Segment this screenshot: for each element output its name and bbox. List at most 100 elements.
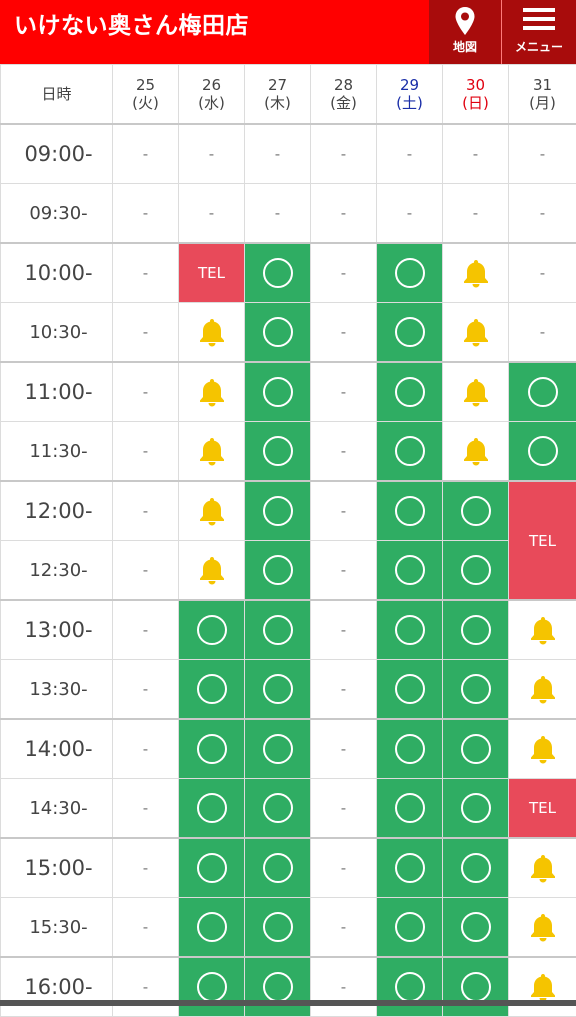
slot-cell: - <box>311 660 377 720</box>
slot-cell[interactable] <box>179 600 245 660</box>
map-button[interactable]: 地図 <box>429 0 502 64</box>
slot-cell[interactable] <box>509 422 576 482</box>
slot-cell[interactable] <box>245 303 311 363</box>
slot-cell[interactable] <box>245 779 311 839</box>
slot-cell[interactable] <box>377 898 443 958</box>
slot-cell[interactable] <box>179 779 245 839</box>
slot-cell[interactable] <box>179 838 245 898</box>
unavailable-dash: - <box>209 145 214 163</box>
slot-cell[interactable] <box>245 481 311 541</box>
slot-cell[interactable] <box>245 243 311 303</box>
slot-cell[interactable] <box>377 957 443 1017</box>
slot-cell[interactable] <box>245 957 311 1017</box>
unavailable-dash: - <box>540 323 545 341</box>
time-label: 11:00- <box>1 362 113 422</box>
slot-cell[interactable] <box>509 362 576 422</box>
available-circle-icon <box>461 912 491 942</box>
slot-cell[interactable] <box>245 362 311 422</box>
available-circle-icon <box>461 555 491 585</box>
slot-cell[interactable] <box>377 779 443 839</box>
slot-cell[interactable] <box>377 838 443 898</box>
unavailable-dash: - <box>209 204 214 222</box>
slot-cell[interactable] <box>377 481 443 541</box>
slot-cell[interactable] <box>179 303 245 363</box>
menu-button[interactable]: メニュー <box>502 0 576 64</box>
slot-cell[interactable] <box>443 779 509 839</box>
slot-cell[interactable] <box>509 957 576 1017</box>
slot-cell[interactable] <box>443 838 509 898</box>
tel-label: TEL <box>529 799 556 817</box>
slot-cell[interactable] <box>443 303 509 363</box>
hamburger-menu-icon <box>523 6 555 32</box>
available-circle-icon <box>263 853 293 883</box>
date-number: 29 <box>400 76 419 94</box>
schedule-body: 09:00--------09:30--------10:00--TEL--10… <box>1 124 576 1017</box>
slot-cell[interactable]: TEL <box>179 243 245 303</box>
slot-cell[interactable] <box>179 957 245 1017</box>
unavailable-dash: - <box>143 859 148 877</box>
time-slot-row: 09:00-------- <box>1 124 576 184</box>
time-label: 14:30- <box>1 779 113 839</box>
slot-cell: - <box>311 422 377 482</box>
slot-cell[interactable] <box>443 957 509 1017</box>
unavailable-dash: - <box>341 680 346 698</box>
time-slot-row: 12:00---TEL <box>1 481 576 541</box>
unavailable-dash: - <box>407 204 412 222</box>
slot-cell[interactable] <box>179 719 245 779</box>
slot-cell[interactable] <box>443 660 509 720</box>
slot-cell[interactable] <box>245 898 311 958</box>
time-slot-row: 09:30-------- <box>1 184 576 244</box>
slot-cell[interactable] <box>179 362 245 422</box>
slot-cell[interactable] <box>377 362 443 422</box>
slot-cell: - <box>509 184 576 244</box>
available-circle-icon <box>461 734 491 764</box>
slot-cell: - <box>311 481 377 541</box>
slot-cell[interactable] <box>509 660 576 720</box>
available-circle-icon <box>263 793 293 823</box>
slot-cell[interactable] <box>377 303 443 363</box>
slot-cell[interactable] <box>443 362 509 422</box>
available-circle-icon <box>461 615 491 645</box>
available-circle-icon <box>263 317 293 347</box>
slot-cell[interactable] <box>377 541 443 601</box>
slot-cell[interactable]: TEL <box>509 481 576 600</box>
slot-cell[interactable] <box>377 422 443 482</box>
slot-cell: - <box>113 184 179 244</box>
slot-cell[interactable] <box>179 541 245 601</box>
unavailable-dash: - <box>143 145 148 163</box>
slot-cell[interactable] <box>245 600 311 660</box>
slot-cell[interactable] <box>179 898 245 958</box>
slot-cell[interactable] <box>443 719 509 779</box>
slot-cell[interactable] <box>179 481 245 541</box>
time-label: 15:30- <box>1 898 113 958</box>
slot-cell[interactable] <box>179 660 245 720</box>
slot-cell[interactable] <box>377 600 443 660</box>
slot-cell[interactable] <box>443 243 509 303</box>
available-circle-icon <box>461 972 491 1002</box>
slot-cell[interactable] <box>443 422 509 482</box>
slot-cell[interactable] <box>509 898 576 958</box>
slot-cell[interactable] <box>443 481 509 541</box>
slot-cell[interactable] <box>443 600 509 660</box>
slot-cell[interactable] <box>245 838 311 898</box>
slot-cell[interactable] <box>377 719 443 779</box>
slot-cell[interactable] <box>377 243 443 303</box>
slot-cell[interactable] <box>443 898 509 958</box>
slot-cell[interactable] <box>377 660 443 720</box>
date-header-29: 29(土) <box>377 65 443 125</box>
date-header-30: 30(日) <box>443 65 509 125</box>
slot-cell[interactable] <box>245 541 311 601</box>
slot-cell: - <box>113 600 179 660</box>
slot-cell[interactable]: TEL <box>509 779 576 839</box>
slot-cell[interactable] <box>509 600 576 660</box>
slot-cell[interactable] <box>245 660 311 720</box>
slot-cell[interactable] <box>245 719 311 779</box>
slot-cell[interactable] <box>179 422 245 482</box>
available-circle-icon <box>395 734 425 764</box>
slot-cell[interactable] <box>509 838 576 898</box>
slot-cell: - <box>311 362 377 422</box>
slot-cell[interactable] <box>443 541 509 601</box>
slot-cell[interactable] <box>509 719 576 779</box>
time-label: 13:00- <box>1 600 113 660</box>
slot-cell[interactable] <box>245 422 311 482</box>
